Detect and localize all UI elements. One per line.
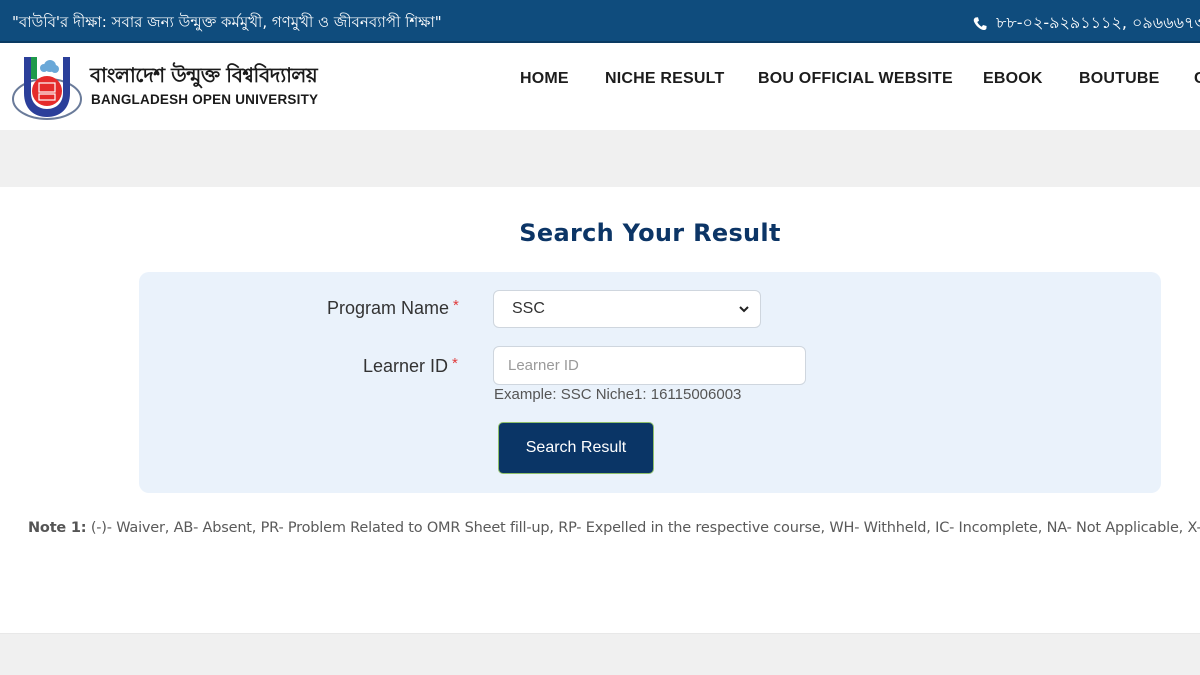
top-bar: "বাউবি'র দীক্ষা: সবার জন্য উন্মুক্ত কর্ম… (0, 0, 1200, 43)
program-name-select[interactable]: SSC (493, 290, 761, 328)
page-title: Search Your Result (519, 219, 781, 247)
nav-boutube[interactable]: BOUTUBE (1079, 70, 1160, 88)
learner-id-input[interactable] (493, 346, 806, 385)
learner-id-label-text: Learner ID (363, 356, 449, 376)
nav-bou-official-website[interactable]: BOU OFFICIAL WEBSITE (758, 70, 953, 88)
learner-id-label: Learner ID * (363, 355, 458, 377)
result-codes-note: Note 1: (-)- Waiver, AB- Absent, PR- Pro… (28, 520, 1200, 536)
required-marker: * (453, 297, 459, 314)
logo-text-english: BANGLADESH OPEN UNIVERSITY (91, 92, 319, 107)
banner-band (0, 130, 1200, 187)
program-name-label-text: Program Name (327, 298, 450, 318)
phone-icon (973, 16, 987, 30)
university-motto: "বাউবি'র দীক্ষা: সবার জন্য উন্মুক্ত কর্ম… (12, 13, 442, 31)
search-result-button[interactable]: Search Result (498, 422, 654, 474)
note-label: Note 1: (28, 520, 87, 536)
nav-home[interactable]: HOME (520, 70, 569, 88)
program-name-value: SSC (512, 300, 545, 317)
chevron-down-icon (739, 306, 749, 313)
nav-more[interactable]: C (1194, 70, 1200, 88)
nav-ebook[interactable]: EBOOK (983, 70, 1043, 88)
required-marker: * (452, 355, 458, 372)
learner-id-hint: Example: SSC Niche1: 16115006003 (494, 386, 742, 403)
footer-band (0, 633, 1200, 675)
nav-niche-result[interactable]: NICHE RESULT (605, 70, 724, 88)
site-header: বাংলাদেশ উন্মুক্ত বিশ্ববিদ্যালয় BANGLAD… (0, 45, 1200, 130)
phone-number: ৮৮-০২-৯২৯১১১২, ০৯৬৬৬৭৩০ (996, 13, 1200, 32)
bou-logo-icon[interactable] (10, 53, 84, 125)
note-text: (-)- Waiver, AB- Absent, PR- Problem Rel… (86, 520, 1200, 536)
contact-phone: ৮৮-০২-৯২৯১১১২, ০৯৬৬৬৭৩০ (972, 10, 1200, 37)
program-name-label: Program Name * (327, 297, 459, 319)
logo-text-bangla: বাংলাদেশ উন্মুক্ত বিশ্ববিদ্যালয় (90, 63, 318, 87)
